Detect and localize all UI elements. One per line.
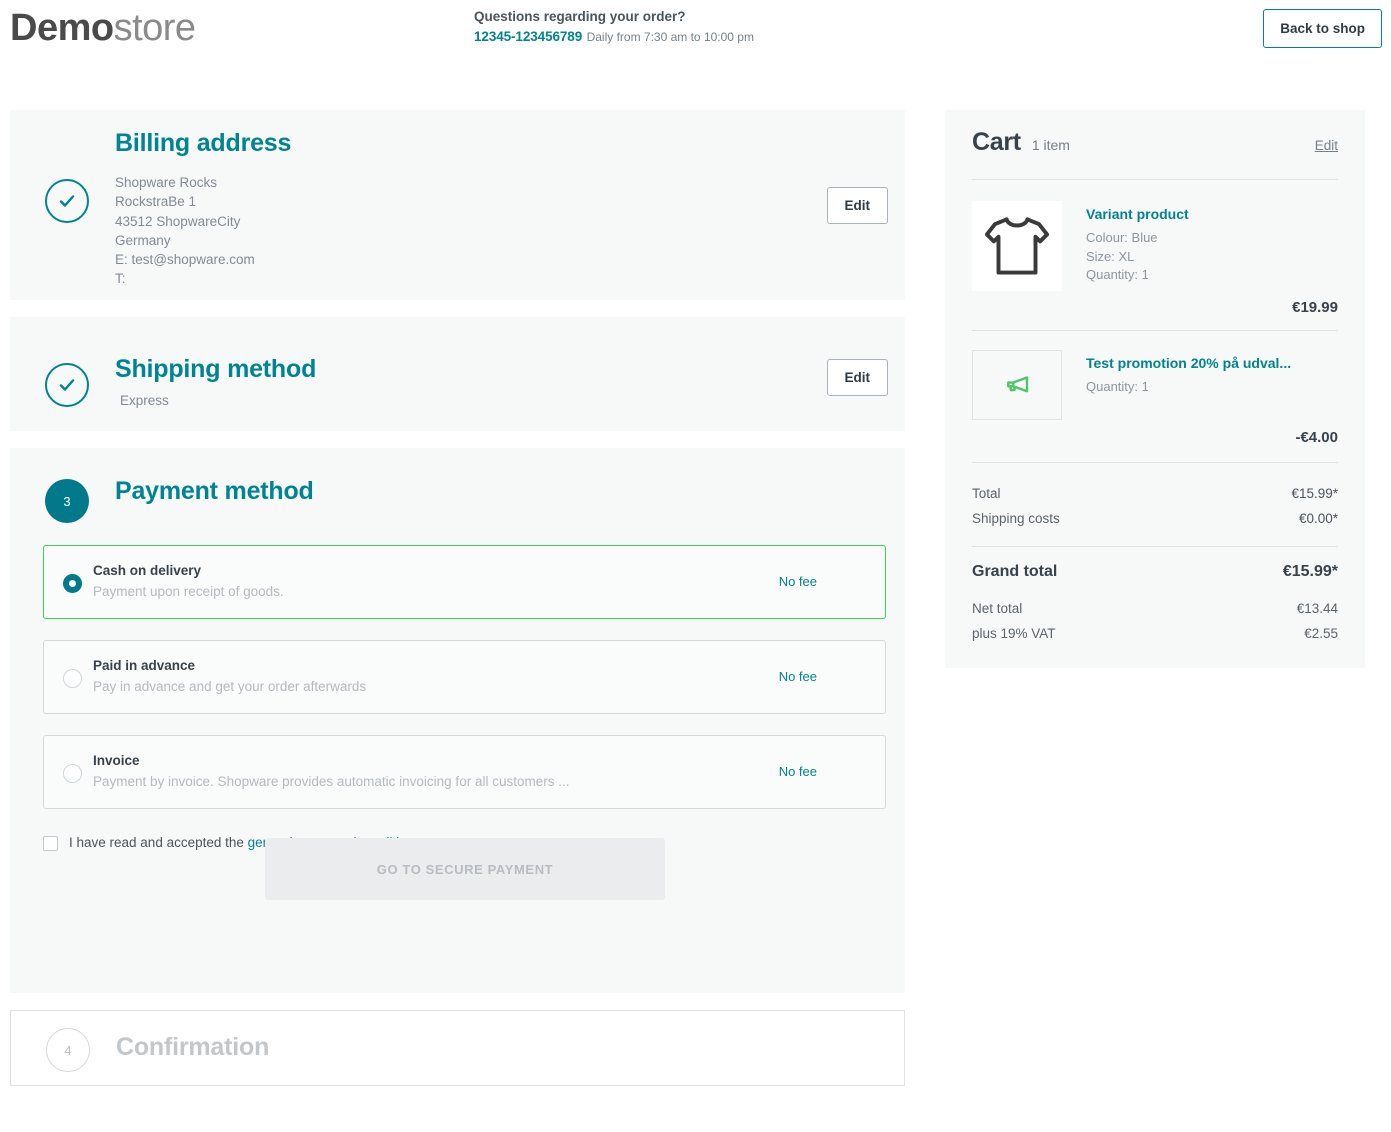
product-name[interactable]: Variant product bbox=[1086, 205, 1189, 224]
promotion-quantity: Quantity: 1 bbox=[1086, 379, 1149, 394]
product-thumbnail[interactable] bbox=[972, 201, 1062, 291]
cart-item-count: 1 item bbox=[1031, 137, 1070, 153]
payment-option-fee: No fee bbox=[778, 574, 817, 589]
payment-option-paid-in-advance[interactable]: Paid in advance Pay in advance and get y… bbox=[43, 640, 886, 714]
step-confirmation: 4 Confirmation bbox=[10, 1010, 905, 1086]
payment-method-title: Payment method bbox=[115, 477, 314, 505]
total-value: €15.99* bbox=[1291, 486, 1338, 501]
totals-divider bbox=[972, 546, 1338, 547]
edit-shipping-method-button[interactable]: Edit bbox=[826, 359, 888, 396]
address-line: RockstraBe 1 bbox=[115, 194, 197, 210]
check-icon bbox=[57, 191, 77, 211]
back-to-shop-button[interactable]: Back to shop bbox=[1263, 9, 1382, 48]
billing-address-title: Billing address bbox=[115, 129, 292, 157]
vat-value: €2.55 bbox=[1304, 626, 1338, 641]
logo-text-bold: Demo bbox=[10, 7, 114, 49]
address-line: Shopware Rocks bbox=[115, 175, 218, 190]
shipping-method-title: Shipping method bbox=[115, 355, 317, 383]
address-line: T: bbox=[115, 271, 126, 287]
payment-option-name: Cash on delivery bbox=[93, 563, 202, 578]
checkout-steps: Billing address Shopware Rocks RockstraB… bbox=[10, 110, 905, 1103]
step-payment-method: Payment method 3 Cash on delivery Paymen… bbox=[10, 448, 905, 993]
check-icon bbox=[57, 375, 77, 395]
payment-option-description: Payment by invoice. Shopware provides au… bbox=[93, 774, 570, 789]
grand-total-label: Grand total bbox=[972, 563, 1058, 580]
cart-totals: Total €15.99* Shipping costs €0.00* Gran… bbox=[972, 463, 1338, 646]
net-total-value: €13.44 bbox=[1296, 601, 1338, 616]
terms-prefix: I have read and accepted the bbox=[69, 835, 248, 850]
payment-option-cash-on-delivery[interactable]: Cash on delivery Payment upon receipt of… bbox=[43, 545, 886, 619]
total-label: Total bbox=[972, 486, 1001, 501]
total-row: Total €15.99* bbox=[972, 481, 1338, 506]
contact-phone[interactable]: 12345-123456789 bbox=[474, 29, 582, 44]
cart-line-promotion: Test promotion 20% på udval... Quantity:… bbox=[972, 331, 1338, 463]
shipping-method-value: Express bbox=[120, 393, 169, 408]
radio-cash-on-delivery[interactable] bbox=[63, 574, 82, 593]
contact-block: Questions regarding your order? 12345-12… bbox=[474, 8, 754, 45]
promotion-info: Test promotion 20% på udval... Quantity:… bbox=[1086, 350, 1291, 420]
payment-option-name: Paid in advance bbox=[93, 658, 196, 673]
payment-step-indicator: 3 bbox=[45, 479, 89, 523]
logo-text-light: store bbox=[113, 7, 196, 49]
address-line: Germany bbox=[115, 232, 171, 248]
shipping-costs-value: €0.00* bbox=[1298, 511, 1338, 526]
payment-option-fee: No fee bbox=[778, 764, 817, 779]
cart-line-item: Variant product Colour: Blue Size: XL Qu… bbox=[972, 180, 1338, 331]
net-total-row: Net total €13.44 bbox=[972, 596, 1338, 621]
cart-panel: Cart 1 item Edit Variant product Colour:… bbox=[945, 110, 1365, 668]
vat-label: plus 19% VAT bbox=[972, 626, 1056, 641]
confirmation-step-indicator: 4 bbox=[46, 1028, 90, 1072]
payment-option-fee: No fee bbox=[778, 669, 817, 684]
go-to-secure-payment-button[interactable]: GO TO SECURE PAYMENT bbox=[265, 838, 665, 900]
confirmation-title: Confirmation bbox=[116, 1033, 270, 1061]
product-info: Variant product Colour: Blue Size: XL Qu… bbox=[1086, 201, 1189, 291]
vat-row: plus 19% VAT €2.55 bbox=[972, 621, 1338, 646]
shipping-status-indicator bbox=[45, 363, 89, 407]
radio-paid-in-advance[interactable] bbox=[63, 669, 82, 688]
edit-billing-address-button[interactable]: Edit bbox=[826, 187, 888, 224]
payment-option-name: Invoice bbox=[93, 753, 140, 768]
site-logo[interactable]: Demostore bbox=[10, 6, 196, 50]
product-option: Colour: Blue bbox=[1086, 230, 1158, 245]
payment-step-number: 3 bbox=[63, 493, 71, 509]
payment-option-description: Pay in advance and get your order afterw… bbox=[93, 679, 367, 694]
contact-hours: Daily from 7:30 am to 10:00 pm bbox=[586, 30, 754, 44]
cart-item-promotion: Test promotion 20% på udval... Quantity:… bbox=[972, 350, 1338, 420]
billing-address-text: Shopware Rocks RockstraBe 1 43512 Shopwa… bbox=[115, 173, 255, 289]
net-total-label: Net total bbox=[972, 601, 1023, 616]
cart-header: Cart 1 item Edit bbox=[972, 128, 1338, 180]
product-quantity: Quantity: 1 bbox=[1086, 267, 1149, 282]
billing-status-indicator bbox=[45, 179, 89, 223]
grand-total-row: Grand total €15.99* bbox=[972, 560, 1338, 584]
checkout-page: Demostore Questions regarding your order… bbox=[0, 0, 1391, 1132]
step-billing-address: Billing address Shopware Rocks RockstraB… bbox=[10, 110, 905, 300]
product-price: €19.99 bbox=[1292, 299, 1338, 316]
terms-checkbox[interactable] bbox=[43, 835, 58, 851]
confirmation-step-number: 4 bbox=[64, 1042, 72, 1058]
contact-line: 12345-123456789 Daily from 7:30 am to 10… bbox=[474, 29, 754, 45]
product-option: Size: XL bbox=[1086, 248, 1135, 264]
megaphone-icon bbox=[1002, 370, 1032, 400]
step-shipping-method: Shipping method Express Edit bbox=[10, 317, 905, 431]
shipping-costs-label: Shipping costs bbox=[972, 511, 1060, 526]
shirt-icon bbox=[980, 209, 1054, 283]
radio-invoice[interactable] bbox=[63, 764, 82, 783]
site-header: Demostore Questions regarding your order… bbox=[0, 0, 1391, 58]
contact-title: Questions regarding your order? bbox=[474, 9, 686, 24]
cart-sidebar: Cart 1 item Edit Variant product Colour:… bbox=[945, 110, 1365, 668]
grand-total-value: €15.99* bbox=[1282, 563, 1338, 580]
edit-cart-link[interactable]: Edit bbox=[1315, 131, 1338, 160]
address-line: 43512 ShopwareCity bbox=[115, 213, 241, 229]
cart-item-product: Variant product Colour: Blue Size: XL Qu… bbox=[972, 201, 1338, 291]
promotion-discount: -€4.00 bbox=[1295, 429, 1338, 446]
payment-options-list: Cash on delivery Payment upon receipt of… bbox=[43, 545, 886, 830]
payment-option-description: Payment upon receipt of goods. bbox=[93, 584, 284, 599]
promotion-thumbnail bbox=[972, 350, 1062, 420]
address-line: E: test@shopware.com bbox=[115, 252, 255, 268]
cart-title: Cart bbox=[972, 128, 1021, 156]
payment-option-invoice[interactable]: Invoice Payment by invoice. Shopware pro… bbox=[43, 735, 886, 809]
promotion-name[interactable]: Test promotion 20% på udval... bbox=[1086, 354, 1291, 373]
shipping-costs-row: Shipping costs €0.00* bbox=[972, 506, 1338, 531]
